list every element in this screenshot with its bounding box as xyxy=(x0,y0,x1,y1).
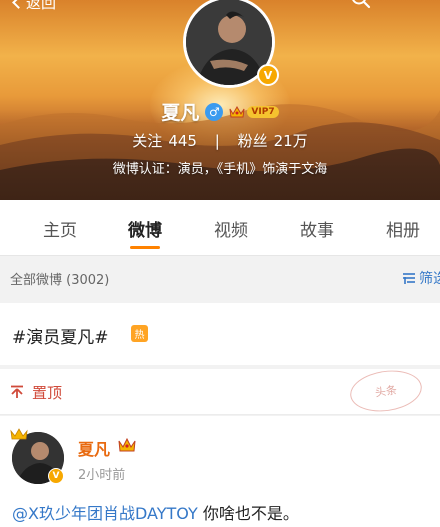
back-button[interactable]: 返回 xyxy=(12,0,57,13)
tab-home[interactable]: 主页 xyxy=(43,216,77,241)
hot-badge: 热 xyxy=(131,325,148,342)
filter-icon xyxy=(403,273,415,284)
filter-label: 筛选 xyxy=(419,271,440,287)
post-mention[interactable]: @X玖少年团肖战DAYTOY xyxy=(12,504,198,523)
verification-text: 微博认证：演员，《手机》饰演于文海 xyxy=(112,162,328,177)
verified-badge-icon: V xyxy=(257,64,279,86)
vip-badge[interactable]: VIP7 xyxy=(229,105,279,119)
topic-title: #演员夏凡# xyxy=(12,328,109,348)
pinned-header: 置顶 头条 xyxy=(0,366,440,416)
follow-label[interactable]: 关注 xyxy=(132,132,162,150)
back-label: 返回 xyxy=(26,0,57,12)
active-tab-indicator xyxy=(130,246,160,249)
profile-cover: 返回 V 夏凡 ♂ VIP7 关注 445 | 粉丝 21万 微博认证：演员，《… xyxy=(0,0,440,200)
search-icon[interactable] xyxy=(350,0,372,10)
tab-story[interactable]: 故事 xyxy=(300,216,334,241)
stats-divider: | xyxy=(214,132,220,150)
vip-crown-icon xyxy=(118,437,136,452)
name-row: 夏凡 ♂ VIP7 xyxy=(0,98,440,125)
filter-button[interactable]: 筛选 xyxy=(402,268,440,288)
profile-page: 返回 V 夏凡 ♂ VIP7 关注 445 | 粉丝 21万 微博认证：演员，《… xyxy=(0,0,440,527)
post-author[interactable]: 夏凡 xyxy=(78,436,110,460)
profile-avatar[interactable]: V xyxy=(183,0,279,92)
crown-icon xyxy=(229,105,245,117)
vip-level: VIP7 xyxy=(247,105,279,118)
post-card[interactable]: V 夏凡 2小时前 @X玖少年团肖战DAYTOY 你啥也不是。 xyxy=(0,416,440,527)
feed-filter-bar: 全部微博 (3002) 筛选 xyxy=(0,257,440,299)
post-text: 你啥也不是。 xyxy=(197,504,299,523)
profile-tabs: 主页 微博 视频 故事 相册 xyxy=(0,200,440,256)
follow-count[interactable]: 445 xyxy=(168,132,197,150)
profile-stats: 关注 445 | 粉丝 21万 xyxy=(0,130,440,151)
post-content: @X玖少年团肖战DAYTOY 你啥也不是。 xyxy=(12,500,299,524)
tab-video[interactable]: 视频 xyxy=(214,216,248,241)
headline-stamp: 头条 xyxy=(347,366,425,416)
topic-card[interactable]: #演员夏凡# 热 xyxy=(0,303,440,365)
male-icon: ♂ xyxy=(205,102,224,121)
pin-icon xyxy=(11,385,23,398)
tab-album[interactable]: 相册 xyxy=(386,216,420,241)
fans-count[interactable]: 21万 xyxy=(274,132,308,150)
crown-icon xyxy=(10,428,28,440)
all-posts-count[interactable]: 全部微博 (3002) xyxy=(10,269,109,288)
profile-name: 夏凡 xyxy=(161,102,200,124)
tab-weibo[interactable]: 微博 xyxy=(128,216,162,241)
pinned-label: 置顶 xyxy=(32,384,63,402)
chevron-left-icon xyxy=(12,0,25,9)
post-time: 2小时前 xyxy=(78,468,126,483)
verified-badge-icon: V xyxy=(48,468,64,484)
fans-label[interactable]: 粉丝 xyxy=(238,132,268,150)
